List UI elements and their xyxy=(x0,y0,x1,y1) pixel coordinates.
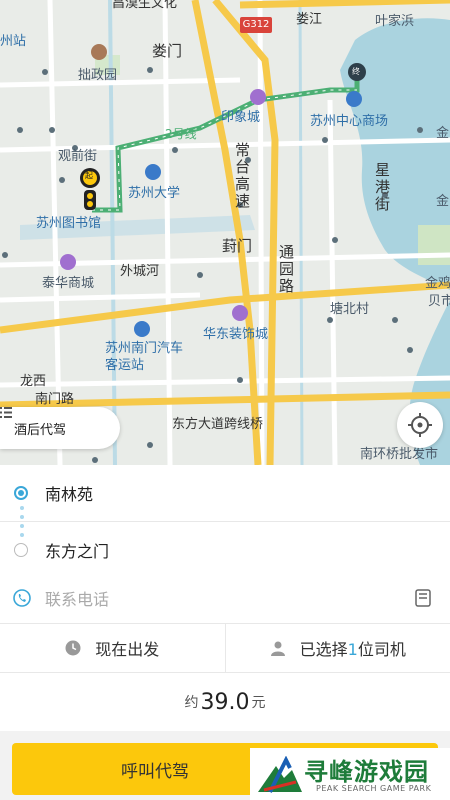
map-label: 通园路 xyxy=(277,244,295,295)
price-estimate: 约 39.0 元 xyxy=(0,673,450,731)
contacts-book-icon[interactable] xyxy=(414,589,432,607)
clock-icon xyxy=(65,640,81,656)
person-icon xyxy=(270,641,285,656)
map-label: 娄门 xyxy=(152,42,183,60)
map-label: 泰华商城 xyxy=(42,276,95,291)
driver-select-button[interactable]: 已选择1位司机 xyxy=(224,624,450,672)
map-label: 龙西 xyxy=(20,374,47,389)
list-icon xyxy=(0,407,12,418)
map-label: 外城河 xyxy=(120,264,160,279)
watermark-text: 寻峰游戏园 xyxy=(304,758,429,786)
phone-field[interactable]: 联系电话 xyxy=(0,573,450,624)
watermark-logo-icon xyxy=(258,756,302,793)
map-label: 州站 xyxy=(0,34,27,49)
service-type-selector[interactable]: 酒后代驾 xyxy=(0,407,120,449)
map-label: 金 xyxy=(436,194,450,209)
map-label: 南门路 xyxy=(35,392,75,407)
map-label: 观前街 xyxy=(58,149,98,164)
metro-line-label: 2号线 xyxy=(165,127,197,141)
destination-field[interactable]: 东方之门 xyxy=(0,522,450,579)
depart-time-button[interactable]: 现在出发 xyxy=(0,624,225,672)
map-label: 苏州大学 xyxy=(128,186,181,201)
watermark-subtext: PEAK SEARCH GAME PARK xyxy=(316,784,432,793)
driver-count-text: 已选择1位司机 xyxy=(299,640,406,659)
map-label: 苏州中心商场 xyxy=(310,114,389,129)
map-label: 叶家浜 xyxy=(375,14,415,29)
map-label: 印象城 xyxy=(221,110,261,125)
map-label: 昌漠生文化 xyxy=(112,0,178,11)
watermark: 寻峰游戏园 PEAK SEARCH GAME PARK xyxy=(250,748,450,800)
crosshair-icon xyxy=(408,413,432,437)
map-view[interactable]: G312 昌漠生文化 州站 娄江 叶家浜 拙政园 娄门 印象城 苏州中心商场 观… xyxy=(0,0,450,465)
service-type-label: 酒后代驾 xyxy=(14,422,67,438)
g312-badge: G312 xyxy=(240,17,272,33)
map-label: 苏州图书馆 xyxy=(36,216,102,231)
pickup-value: 南林苑 xyxy=(45,485,94,504)
driver-count: 1 xyxy=(347,640,358,659)
call-driver-label: 呼叫代驾 xyxy=(121,761,189,782)
end-marker-label: 终 xyxy=(352,67,360,76)
start-marker-label: 起 xyxy=(85,171,93,180)
map-label: 娄江 xyxy=(296,12,323,27)
price-unit: 元 xyxy=(251,695,266,711)
map-label: 葑门 xyxy=(222,237,253,255)
map-label: 东方大道跨线桥 xyxy=(172,417,264,432)
booking-panel: 南林苑 东方之门 xyxy=(0,465,450,579)
locate-button[interactable] xyxy=(397,402,443,448)
map-label: 苏州南门汽车客运站 xyxy=(105,341,184,373)
destination-dot-icon xyxy=(14,543,28,557)
map-label: 塘北村 xyxy=(330,302,370,317)
map-label: 金鸡 xyxy=(425,276,450,291)
map-label: 贝市 xyxy=(428,294,450,309)
map-label: 拙政园 xyxy=(78,68,118,83)
pickup-field[interactable]: 南林苑 xyxy=(0,465,450,522)
map-label: 星港街 xyxy=(373,162,391,213)
map-label: 金 xyxy=(436,126,450,141)
map-label: 常台高速 xyxy=(233,142,251,210)
map-label: 华东装饰城 xyxy=(203,327,269,342)
pickup-dot-icon xyxy=(14,486,28,500)
destination-value: 东方之门 xyxy=(45,542,110,561)
price-value: 39.0 xyxy=(200,689,250,715)
price-prefix: 约 xyxy=(184,695,199,711)
route-connector xyxy=(20,506,24,542)
phone-placeholder: 联系电话 xyxy=(45,590,110,609)
options-bar: 现在出发 已选择1位司机 xyxy=(0,624,450,673)
phone-icon xyxy=(13,589,31,607)
depart-time-label: 现在出发 xyxy=(95,640,160,659)
